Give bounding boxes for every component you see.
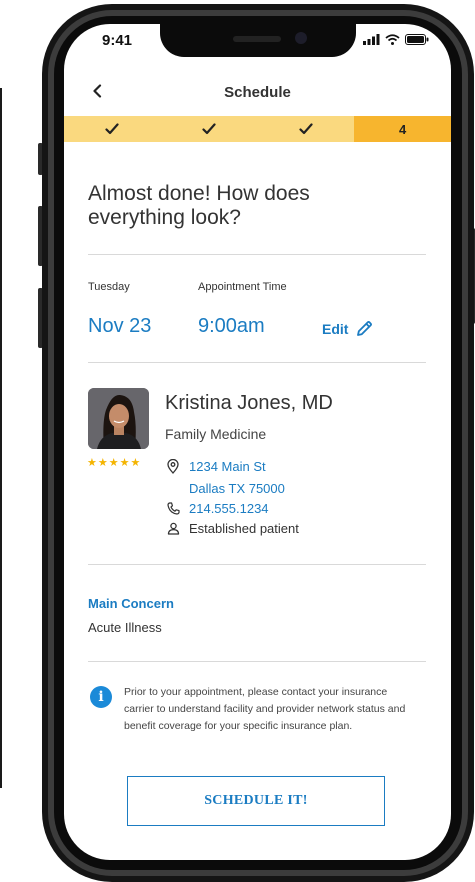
appointment-date: Nov 23 <box>88 315 152 337</box>
wifi-icon <box>385 34 400 45</box>
patient-status: Established patient <box>189 521 299 536</box>
page-title: Schedule <box>224 84 291 101</box>
phone-row: 214.555.1234 <box>165 501 269 516</box>
review-heading: Almost done! How does everything look? <box>88 182 310 229</box>
star-icon: ★ <box>108 457 119 469</box>
progress-stepper: 4 <box>64 116 451 142</box>
address-row-2: Dallas TX 75000 <box>189 481 285 496</box>
pencil-icon <box>357 321 373 336</box>
divider <box>88 362 426 363</box>
user-icon <box>165 522 181 535</box>
main-concern-title: Main Concern <box>88 596 174 611</box>
star-icon: ★ <box>119 457 130 469</box>
edit-label: Edit <box>322 320 349 337</box>
info-icon: i <box>90 686 112 708</box>
star-icon: ★ <box>97 457 108 469</box>
address-line1-link[interactable]: 1234 Main St <box>189 459 266 474</box>
provider-avatar <box>88 388 149 449</box>
status-icons <box>363 34 429 45</box>
appointment-day-label: Tuesday <box>88 281 130 293</box>
schedule-it-button[interactable]: SCHEDULE IT! <box>127 776 385 826</box>
progress-step-1 <box>64 116 161 142</box>
appointment-time: 9:00am <box>198 315 265 337</box>
star-icon: ★ <box>130 457 141 469</box>
speaker-grille <box>233 36 281 42</box>
signal-icon <box>363 34 380 45</box>
address-row: 1234 Main St <box>165 459 266 474</box>
provider-name: Kristina Jones, MD <box>165 392 333 414</box>
divider <box>88 564 426 565</box>
checkmark-icon <box>105 123 119 135</box>
star-icon: ★ <box>87 457 97 469</box>
battery-icon <box>405 34 429 45</box>
checkmark-icon <box>202 123 216 135</box>
provider-specialty: Family Medicine <box>165 426 267 442</box>
main-concern-value: Acute Illness <box>88 620 162 635</box>
progress-step-current: 4 <box>354 116 451 142</box>
progress-step-3 <box>257 116 355 142</box>
status-time: 9:41 <box>102 32 133 49</box>
front-camera <box>295 32 307 44</box>
patient-status-row: Established patient <box>165 521 299 536</box>
divider <box>88 254 426 255</box>
map-pin-icon <box>165 459 181 474</box>
provider-rating: ★ ★ ★ ★ ★ <box>87 458 140 469</box>
appointment-time-label: Appointment Time <box>198 281 287 293</box>
address-line2-link[interactable]: Dallas TX 75000 <box>189 481 285 496</box>
divider <box>88 661 426 662</box>
edit-appointment-button[interactable]: Edit <box>322 320 373 337</box>
insurance-notice: Prior to your appointment, please contac… <box>124 686 406 732</box>
checkmark-icon <box>299 123 313 135</box>
app-screen: 9:41 Schedule 4 Almost done! How does ev… <box>64 24 451 860</box>
phone-icon <box>165 502 181 515</box>
background-device-edge <box>0 88 2 788</box>
phone-link[interactable]: 214.555.1234 <box>189 501 269 516</box>
provider-photo <box>88 388 149 449</box>
notch <box>160 24 356 57</box>
progress-step-2 <box>160 116 258 142</box>
